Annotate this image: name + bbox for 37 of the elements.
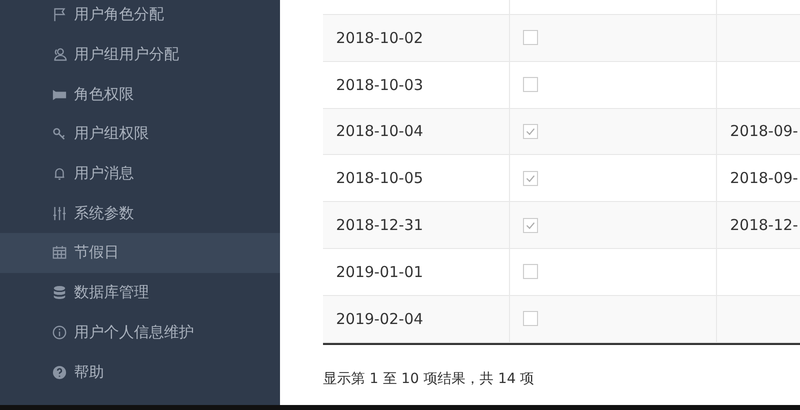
- checkbox[interactable]: [523, 124, 538, 139]
- bell-icon: [52, 166, 67, 182]
- checkbox[interactable]: [523, 218, 538, 233]
- date-cell: 2019-02-04: [336, 310, 424, 328]
- users-icon: [52, 47, 67, 62]
- date-cell: 2018-09-: [730, 122, 798, 140]
- checkbox[interactable]: [523, 77, 538, 92]
- date-cell: 2018-10-05: [336, 169, 424, 188]
- checkbox[interactable]: [523, 264, 538, 280]
- sidebar-item[interactable]: 用户组用户分配: [0, 34, 280, 74]
- help-icon: [52, 364, 67, 380]
- sliders-icon: [52, 206, 67, 221]
- sidebar-item[interactable]: 用户消息: [0, 154, 280, 194]
- date-cell: 2019-01-01: [336, 262, 424, 281]
- pagination-summary: 显示第 1 至 10 项结果，共 14 项: [323, 370, 534, 387]
- checkbox[interactable]: [523, 30, 538, 46]
- date-cell: 2018-12-31: [336, 216, 424, 234]
- database-icon: [52, 285, 67, 300]
- info-icon: [52, 324, 67, 340]
- calendar-icon: [52, 245, 67, 260]
- sidebar-item[interactable]: 用户组权限: [0, 114, 280, 154]
- date-cell: 2018-10-04: [336, 122, 424, 140]
- date-cell: 2018-10-03: [336, 76, 424, 94]
- checkbox[interactable]: [523, 170, 538, 186]
- date-cell: 2018-12-: [730, 216, 798, 234]
- sidebar-item[interactable]: 用户角色分配: [0, 0, 280, 35]
- sidebar-item[interactable]: 节假日: [0, 233, 280, 273]
- key-icon: [52, 126, 67, 142]
- sidebar-item[interactable]: 用户个人信息维护: [0, 312, 280, 352]
- sidebar-item[interactable]: 角色权限: [0, 74, 280, 114]
- date-cell: 2018-10-02: [336, 28, 424, 47]
- sidebar-item[interactable]: 帮助: [0, 352, 280, 392]
- sidebar-item[interactable]: 数据库管理: [0, 272, 280, 312]
- date-cell: 2018-09-: [730, 169, 798, 188]
- checkbox[interactable]: [523, 311, 538, 326]
- sidebar-item[interactable]: 系统参数: [0, 193, 280, 234]
- flag-icon: [52, 7, 67, 22]
